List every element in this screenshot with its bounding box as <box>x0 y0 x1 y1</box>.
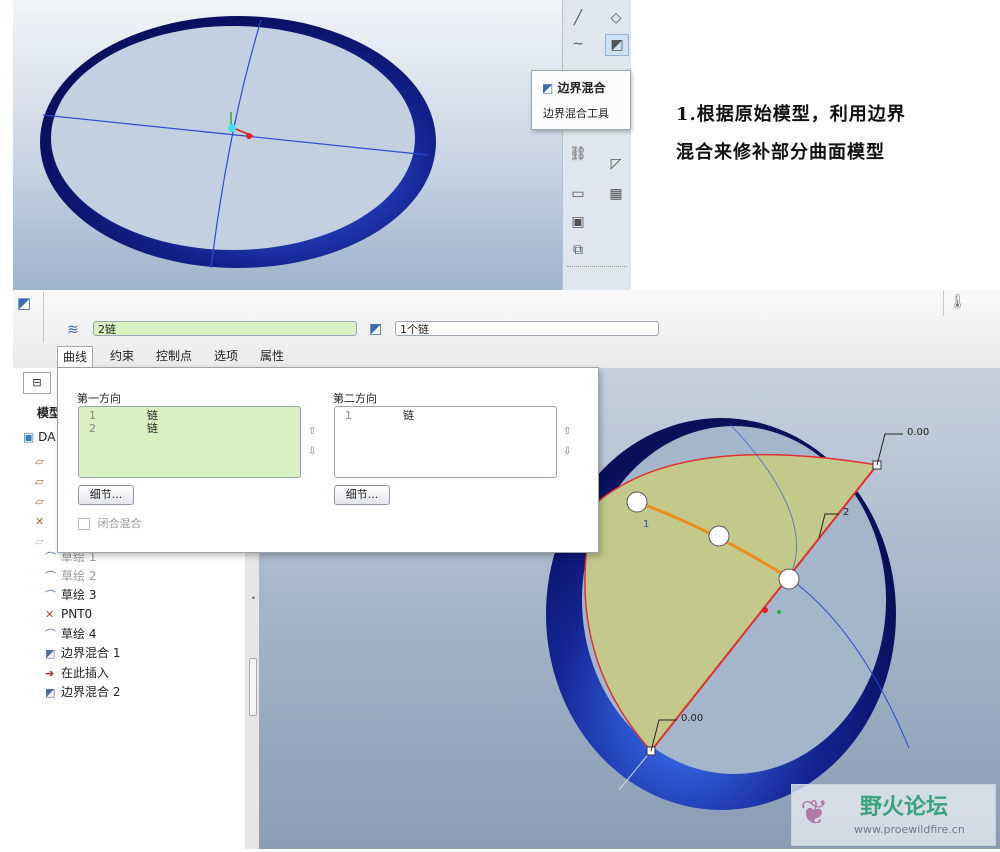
boundary-blend-icon[interactable]: ◩ <box>605 34 629 56</box>
second-direction-list[interactable]: 1 链 <box>334 406 557 478</box>
move-up-icon[interactable]: ⇧ <box>308 426 316 437</box>
thermometer-icon[interactable]: 🌡 <box>949 294 967 310</box>
csys-icon: ✕ <box>35 515 45 528</box>
line-icon[interactable]: ╱ <box>567 8 589 28</box>
second-direction-label: 第二方向 <box>333 392 377 405</box>
toolbar-divider <box>567 266 627 267</box>
tree-item-sketch-3[interactable]: ⌒ 草绘 3 <box>45 586 96 604</box>
move-up-icon[interactable]: ⇧ <box>563 426 571 437</box>
closed-blend-option[interactable]: 闭合混合 <box>78 515 142 531</box>
top-model-viewport[interactable] <box>13 0 563 290</box>
model-tree-tab[interactable]: ⊟ <box>23 372 51 394</box>
list-item[interactable]: 1 链 <box>83 409 243 422</box>
first-direction-collector[interactable]: 2链 <box>93 321 357 336</box>
sketch-icon: ⌒ <box>45 628 56 641</box>
boundary-blend-icon: ◩ <box>45 647 56 660</box>
grid-icon[interactable]: ▦ <box>605 184 627 204</box>
boundary-blend-tooltip: ◩ 边界混合 边界混合工具 <box>531 70 631 130</box>
tab-curves[interactable]: 曲线 <box>57 346 94 367</box>
datum-point-icon: ✕ <box>45 608 55 621</box>
value-label-top[interactable]: 0.00 <box>907 427 929 438</box>
tab-properties[interactable]: 属性 <box>255 346 289 366</box>
value-label-bottom[interactable]: 0.00 <box>681 713 703 724</box>
splitter-dot: • <box>251 594 256 603</box>
second-direction-collector[interactable]: 1个链 <box>395 321 659 336</box>
curve-icon[interactable]: ∼ <box>567 34 589 54</box>
model-tree-root[interactable]: ▣ DA <box>23 430 55 444</box>
plane-icon[interactable]: ◇ <box>605 8 627 28</box>
index-label-right: 2 <box>843 507 850 518</box>
watermark-name: 野火论坛 <box>860 795 949 820</box>
second-direction-icon: ◩ <box>369 321 383 337</box>
chain-icon[interactable]: ⛓ <box>567 144 589 164</box>
first-direction-list[interactable]: 1 链 2 链 <box>78 406 301 478</box>
tree-item-sketch-2[interactable]: ⌒ 草绘 2 <box>45 567 96 585</box>
list-item[interactable]: 2 链 <box>83 422 243 435</box>
instruction-line-1: 1.根据原始模型，利用边界 <box>676 104 906 125</box>
datum-plane-icon: ▱ <box>35 535 44 548</box>
datum-planes: ▱ ▱ ▱ ✕ ▱ <box>35 452 44 552</box>
tree-item-insert-here[interactable]: ➜ 在此插入 <box>45 664 109 682</box>
datum-plane-icon: ▱ <box>35 475 44 488</box>
tree-item-boundary-blend-2[interactable]: ◩ 边界混合 2 <box>45 683 120 701</box>
instruction-line-2: 混合来修补部分曲面模型 <box>676 142 885 163</box>
copy-icon[interactable]: ⧉ <box>567 240 589 260</box>
datum-plane-icon: ▱ <box>35 455 44 468</box>
tab-control-points[interactable]: 控制点 <box>151 346 197 366</box>
ribbon-divider <box>43 292 44 342</box>
part-icon: ▣ <box>23 430 35 444</box>
first-direction-label: 第一方向 <box>77 392 121 405</box>
checkbox[interactable] <box>78 518 90 530</box>
watermark-url: www.proewildfire.cn <box>854 823 965 836</box>
offset-icon[interactable]: ▣ <box>567 212 589 232</box>
move-down-icon[interactable]: ⇩ <box>308 446 316 457</box>
sketch-icon: ⌒ <box>45 589 56 602</box>
tab-options[interactable]: 选项 <box>209 346 243 366</box>
insert-arrow-icon: ➜ <box>45 667 55 680</box>
index-label-left: 1 <box>643 519 650 530</box>
boundary-blend-icon: ◩ <box>542 81 554 95</box>
tree-item-pnt0[interactable]: ✕ PNT0 <box>45 605 92 623</box>
sketch-icon: ⌒ <box>45 570 56 583</box>
move-down-icon[interactable]: ⇩ <box>563 446 571 457</box>
first-direction-icon: ≋ <box>67 322 79 338</box>
curves-panel: 第一方向 1 链 2 链 ⇧ ⇩ 细节... 闭合混合 第二方向 1 链 ⇧ ⇩… <box>57 367 599 553</box>
boundary-blend-icon: ◩ <box>17 294 32 312</box>
tree-item-boundary-blend-1[interactable]: ◩ 边界混合 1 <box>45 644 120 662</box>
tree-icon: ⊟ <box>32 376 42 389</box>
original-ring-model <box>40 16 436 269</box>
list-item[interactable]: 1 链 <box>339 409 499 422</box>
boundary-blend-icon: ◩ <box>45 686 56 699</box>
forum-logo-icon: ❦ <box>800 793 829 833</box>
ribbon-divider-right <box>943 290 944 316</box>
tree-item-sketch-4[interactable]: ⌒ 草绘 4 <box>45 625 96 643</box>
datum-plane-icon: ▱ <box>35 495 44 508</box>
forum-watermark: ❦ 野火论坛 www.proewildfire.cn <box>791 784 996 846</box>
tab-constraints[interactable]: 约束 <box>105 346 139 366</box>
corner-icon[interactable]: ◸ <box>605 154 627 174</box>
second-details-button[interactable]: 细节... <box>334 485 390 505</box>
first-details-button[interactable]: 细节... <box>78 485 134 505</box>
tooltip-title: ◩ 边界混合 <box>542 81 606 95</box>
fill-icon[interactable]: ▭ <box>567 184 589 204</box>
tooltip-subtitle: 边界混合工具 <box>543 107 609 120</box>
splitter-handle[interactable] <box>249 658 257 716</box>
top-toolbar: ╱ ◇ ∼ ◩ ⛓ ◸ ▭ ▦ ▣ ⧉ <box>562 0 631 290</box>
instruction-text: 1.根据原始模型，利用边界 混合来修补部分曲面模型 <box>676 96 976 172</box>
